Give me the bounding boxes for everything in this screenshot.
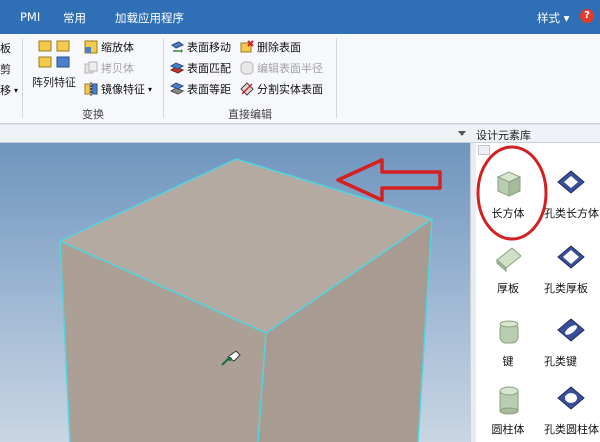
edit-face-radius-button[interactable]: 编辑表面半径 <box>240 60 323 76</box>
key-icon <box>499 320 519 344</box>
face-offset-label: 表面等距 <box>187 83 231 96</box>
ribbon-left-label-1: 板 <box>0 42 11 55</box>
ribbon-separator <box>22 38 23 118</box>
array-feature-icon <box>38 40 70 68</box>
cylinder-icon <box>499 386 519 415</box>
hole-cuboid-icon <box>557 170 585 194</box>
ribbon-left-label-3: 移 <box>0 84 11 97</box>
delete-face-button[interactable]: 删除表面 <box>240 39 301 55</box>
split-body-face-label: 分割实体表面 <box>257 83 323 96</box>
library-item-label: 孔类长方体 <box>544 207 599 220</box>
ribbon-left-item-2[interactable]: 剪 <box>0 61 11 77</box>
viewport-scene <box>59 158 442 442</box>
face-offset-icon <box>170 82 184 95</box>
library-item-key[interactable]: 键 <box>476 309 538 373</box>
library-item-hole-thick-plate[interactable]: 孔类厚板 <box>538 236 600 300</box>
library-item-hole-key[interactable]: 孔类键 <box>538 309 600 373</box>
scale-body-label: 缩放体 <box>101 41 134 54</box>
3d-viewport[interactable] <box>0 143 470 442</box>
face-offset-button[interactable]: 表面等距 <box>170 81 231 97</box>
direct-edit-group-label: 直接编辑 <box>228 108 272 121</box>
mirror-feature-icon <box>84 82 98 96</box>
face-match-button[interactable]: 表面匹配 <box>170 60 231 76</box>
library-item-cuboid[interactable]: 长方体 <box>476 161 538 225</box>
library-item-label: 孔类厚板 <box>544 282 588 295</box>
library-item-thick-plate[interactable]: 厚板 <box>476 236 538 300</box>
library-item-label: 孔类键 <box>544 355 577 368</box>
face-move-button[interactable]: 表面移动 <box>170 39 231 55</box>
edit-face-radius-icon <box>240 61 254 75</box>
edit-face-radius-label: 编辑表面半径 <box>257 62 323 75</box>
face-move-label: 表面移动 <box>187 41 231 54</box>
library-item-label: 孔类圆柱体 <box>544 423 599 436</box>
split-body-face-button[interactable]: 分割实体表面 <box>240 81 323 97</box>
ribbon-left-item-3[interactable]: 移 ▾ <box>0 82 18 98</box>
face-match-label: 表面匹配 <box>187 62 231 75</box>
array-feature-label: 阵列特征 <box>32 76 76 89</box>
library-item-hole-cuboid[interactable]: 孔类长方体 <box>538 161 600 225</box>
design-library-panel: 长方体 孔类长方体 厚板 孔类厚板 键 孔类键 圆柱体 孔类圆柱体 <box>476 143 600 442</box>
mirror-feature-label: 镜像特征 <box>101 83 145 96</box>
ribbon-left-label-2: 剪 <box>0 63 11 76</box>
split-body-face-icon <box>240 82 254 96</box>
hole-thick-plate-icon <box>557 245 585 269</box>
library-item-label: 厚板 <box>497 282 519 295</box>
scale-body-icon <box>84 40 98 54</box>
library-item-cylinder[interactable]: 圆柱体 <box>476 377 538 441</box>
annotation-arrow <box>336 158 442 202</box>
style-menu-label: 样式 <box>537 11 560 25</box>
menu-pmi[interactable]: PMI <box>20 10 40 24</box>
ribbon-separator <box>336 38 337 118</box>
hole-cylinder-icon <box>557 386 585 410</box>
array-feature-button[interactable]: 阵列特征 <box>30 38 80 98</box>
library-item-label: 键 <box>502 355 514 368</box>
library-item-hole-cylinder[interactable]: 孔类圆柱体 <box>538 377 600 441</box>
transform-group-label: 变换 <box>82 108 104 121</box>
mirror-feature-button[interactable]: 镜像特征 ▾ <box>84 81 152 97</box>
copy-body-icon <box>84 61 98 74</box>
style-menu[interactable]: 样式 ▾ <box>537 10 569 26</box>
copy-body-label: 拷贝体 <box>101 62 134 75</box>
ribbon-separator <box>163 38 164 118</box>
help-icon[interactable]: ? <box>580 9 594 23</box>
ribbon: 板 剪 移 ▾ 阵列特征 缩放体 拷贝体 镜像特征 ▾ 变换 表面移动 表面匹配 … <box>0 34 600 124</box>
library-back-button[interactable] <box>478 145 490 155</box>
delete-face-label: 删除表面 <box>257 41 301 54</box>
menu-addins[interactable]: 加载应用程序 <box>115 10 184 26</box>
hole-key-icon <box>557 318 585 342</box>
ribbon-left-item-1[interactable]: 板 <box>0 40 11 56</box>
copy-body-button[interactable]: 拷贝体 <box>84 60 134 76</box>
delete-face-icon <box>240 40 254 53</box>
menu-common[interactable]: 常用 <box>63 10 86 26</box>
scale-body-button[interactable]: 缩放体 <box>84 39 134 55</box>
thick-plate-icon <box>496 247 522 273</box>
panel-dropdown-icon[interactable] <box>458 131 466 136</box>
library-item-label: 长方体 <box>491 207 525 220</box>
chevron-down-icon: ▾ <box>148 84 153 94</box>
design-library-title: 设计元素库 <box>476 129 531 142</box>
face-match-icon <box>170 62 184 74</box>
library-item-label: 圆柱体 <box>491 423 525 436</box>
menu-bar: PMI 常用 加载应用程序 样式 ▾ ? <box>0 0 600 34</box>
cuboid-icon <box>496 171 522 197</box>
face-move-icon <box>171 41 184 53</box>
